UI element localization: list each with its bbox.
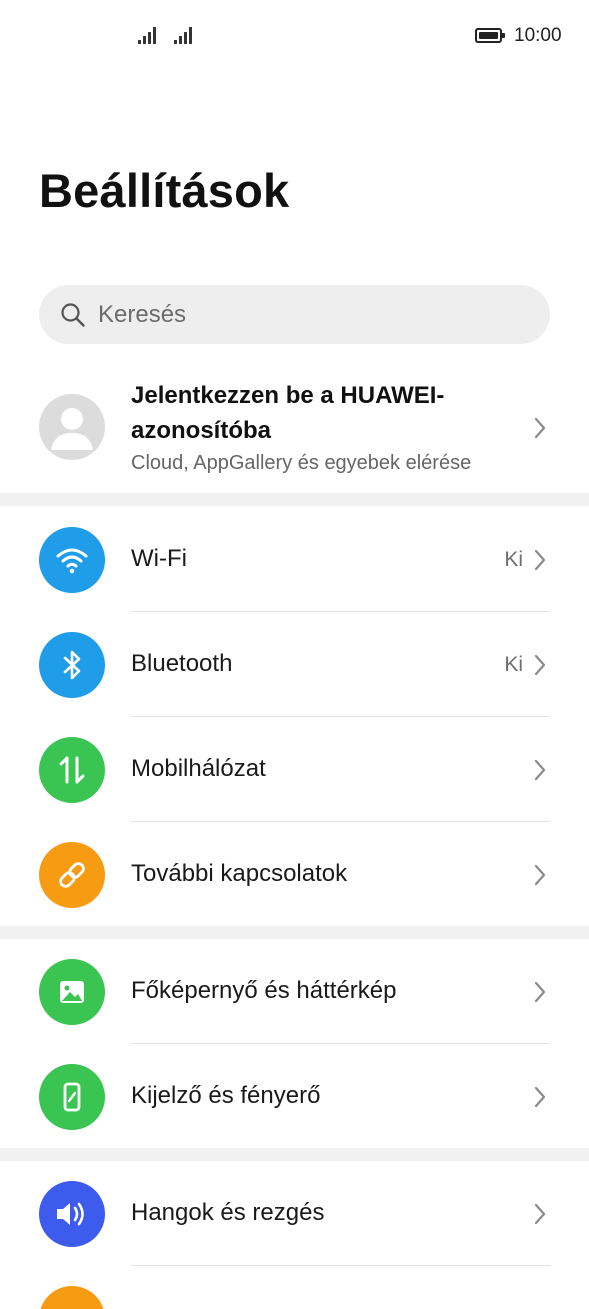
setting-label: Főképernyő és háttérkép: [131, 977, 397, 1004]
search-input[interactable]: [98, 285, 528, 344]
page-title: Beállítások: [39, 164, 290, 217]
setting-display-brightness[interactable]: Kijelző és fényerő: [0, 1044, 589, 1149]
status-time: 10:00: [514, 25, 562, 46]
bluetooth-icon: [39, 632, 105, 698]
setting-more-connections[interactable]: További kapcsolatok: [0, 822, 589, 927]
connections-section: Wi-Fi Ki Bluetooth Ki Mobilhálózat Továb…: [0, 507, 589, 927]
signal-sim1-icon: [138, 27, 160, 44]
notification-icon: [39, 1286, 105, 1309]
setting-home-wallpaper[interactable]: Főképernyő és háttérkép: [0, 939, 589, 1044]
setting-wifi[interactable]: Wi-Fi Ki: [0, 507, 589, 612]
signal-sim2-icon: [174, 27, 196, 44]
setting-label: Mobilhálózat: [131, 755, 266, 782]
user-avatar-icon: [51, 408, 93, 450]
setting-value: Ki: [504, 548, 523, 571]
section-divider: [0, 493, 589, 506]
chevron-right-icon: [534, 1086, 546, 1108]
setting-label: Hangok és rezgés: [131, 1199, 325, 1226]
chevron-right-icon: [534, 549, 546, 571]
setting-label: Bluetooth: [131, 650, 233, 677]
setting-sounds-vibration[interactable]: Hangok és rezgés: [0, 1161, 589, 1266]
account-subtitle: Cloud, AppGallery és egyebek elérése: [131, 452, 472, 474]
search-icon: [61, 303, 85, 327]
battery-icon: [475, 28, 505, 43]
wallpaper-icon: [39, 959, 105, 1025]
setting-value: Ki: [504, 653, 523, 676]
setting-bluetooth[interactable]: Bluetooth Ki: [0, 612, 589, 717]
settings-screen: 10:00 Beállítások Jelentkezzen be a HUAW…: [0, 0, 589, 1309]
mobile-data-icon: [39, 737, 105, 803]
account-title: Jelentkezzen be a HUAWEI-azonosítóba: [131, 382, 445, 444]
setting-label: Kijelző és fényerő: [131, 1082, 321, 1109]
chevron-right-icon: [534, 654, 546, 676]
wifi-icon: [39, 527, 105, 593]
chevron-right-icon: [534, 417, 546, 439]
setting-next-partial[interactable]: [0, 1266, 589, 1309]
chevron-right-icon: [534, 864, 546, 886]
section-divider: [0, 1148, 589, 1161]
link-icon: [39, 842, 105, 908]
status-bar: 10:00: [0, 0, 589, 72]
chevron-right-icon: [534, 1203, 546, 1225]
chevron-right-icon: [534, 759, 546, 781]
avatar: [39, 394, 105, 460]
display-icon: [39, 1064, 105, 1130]
display-section: Főképernyő és háttérkép Kijelző és fénye…: [0, 939, 589, 1149]
section-divider: [0, 926, 589, 939]
sound-section: Hangok és rezgés: [0, 1161, 589, 1309]
setting-label: Wi-Fi: [131, 545, 187, 572]
setting-mobile-network[interactable]: Mobilhálózat: [0, 717, 589, 822]
sound-icon: [39, 1181, 105, 1247]
chevron-right-icon: [534, 981, 546, 1003]
setting-label: További kapcsolatok: [131, 860, 348, 887]
search-bar[interactable]: [39, 285, 550, 344]
huawei-id-login[interactable]: Jelentkezzen be a HUAWEI-azonosítóba Clo…: [0, 370, 589, 492]
